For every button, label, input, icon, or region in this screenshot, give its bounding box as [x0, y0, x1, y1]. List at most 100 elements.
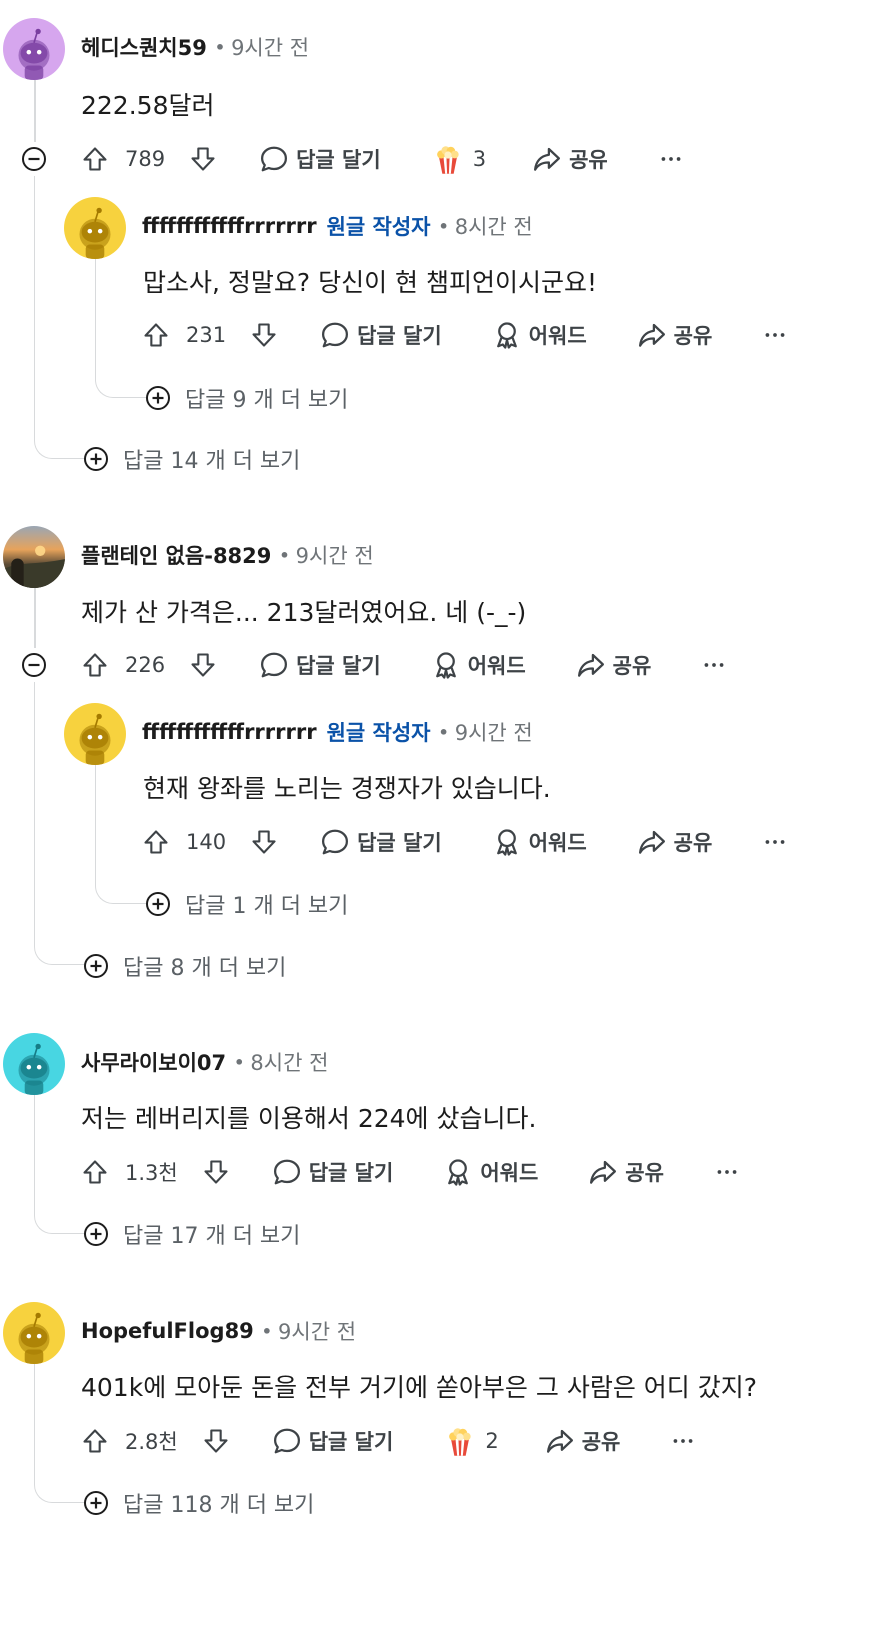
comment-body: 제가 산 가격은... 213달러였어요. 네 (-_-) [81, 598, 527, 627]
share-button[interactable]: 공유 [576, 650, 651, 680]
snoo-avatar-icon [3, 1033, 65, 1095]
author-name[interactable]: HopefulFlog89 [81, 1319, 254, 1343]
separator-dot: • [438, 216, 449, 236]
more-replies-link[interactable]: 답글 17 개 더 보기 [83, 1218, 300, 1250]
speech-bubble-icon [259, 650, 289, 680]
avatar[interactable] [3, 1033, 65, 1095]
more-replies-label: 답글 1 개 더 보기 [185, 894, 349, 919]
timestamp[interactable]: 9시간 전 [231, 32, 309, 62]
share-button[interactable]: 공유 [588, 1157, 664, 1187]
award-button[interactable]: 2 [443, 1424, 499, 1458]
collapse-thread-icon[interactable] [21, 652, 47, 678]
ellipsis-icon [701, 652, 727, 678]
author-name[interactable]: 헤디스퀀치59 [81, 32, 207, 62]
snoo-avatar-icon [3, 1302, 65, 1364]
upvote-button[interactable] [142, 321, 170, 349]
reply-button[interactable]: 답글 달기 [259, 144, 381, 174]
comment-body: 222.58달러 [81, 91, 215, 120]
downvote-button[interactable] [189, 651, 217, 679]
timestamp[interactable]: 8시간 전 [455, 211, 533, 241]
award-ribbon-icon [492, 827, 522, 857]
share-arrow-icon [637, 827, 667, 857]
upvote-button[interactable] [81, 651, 109, 679]
author-name[interactable]: 사무라이보이07 [81, 1047, 226, 1077]
avatar[interactable] [3, 1302, 65, 1364]
reply-button[interactable]: 답글 달기 [259, 650, 381, 680]
downvote-button[interactable] [202, 1427, 230, 1455]
timestamp[interactable]: 9시간 전 [278, 1316, 356, 1346]
share-button[interactable]: 공유 [545, 1426, 621, 1456]
thread-line[interactable] [34, 588, 36, 648]
more-replies-link[interactable]: 답글 1 개 더 보기 [145, 888, 348, 920]
arrow-down-outline-icon [189, 651, 217, 679]
more-options-button[interactable] [762, 829, 788, 855]
share-arrow-icon [576, 650, 606, 680]
plus-circle-icon [83, 1490, 109, 1516]
downvote-button[interactable] [250, 828, 278, 856]
share-button[interactable]: 공유 [532, 144, 608, 174]
speech-bubble-icon [320, 320, 350, 350]
author-name[interactable]: ffffffffffffrrrrrrr [142, 720, 317, 744]
reply-button[interactable]: 답글 달기 [320, 320, 442, 350]
more-options-button[interactable] [670, 1428, 696, 1454]
popcorn-icon [443, 1424, 477, 1458]
speech-bubble-icon [272, 1426, 302, 1456]
reply-button[interactable]: 답글 달기 [272, 1426, 394, 1456]
award-count: 2 [485, 1429, 499, 1453]
award-button[interactable]: 어워드 [443, 1157, 538, 1187]
more-options-button[interactable] [762, 322, 788, 348]
comment-header: ffffffffffffrrrrrrr 원글 작성자 • 8시간 전 [142, 211, 533, 241]
downvote-button[interactable] [202, 1158, 230, 1186]
comment-body: 401k에 모아둔 돈을 전부 거기에 쏟아부은 그 사람은 어디 갔지? [81, 1373, 757, 1402]
more-replies-link[interactable]: 답글 14 개 더 보기 [83, 443, 300, 475]
thread-line[interactable] [34, 80, 36, 142]
more-replies-link[interactable]: 답글 118 개 더 보기 [83, 1487, 314, 1519]
share-arrow-icon [588, 1157, 618, 1187]
timestamp[interactable]: 9시간 전 [455, 717, 533, 747]
more-options-button[interactable] [701, 652, 727, 678]
action-bar: 1.3천 답글 달기 어워드 공유 [81, 1152, 740, 1192]
reply-button[interactable]: 답글 달기 [320, 827, 442, 857]
action-bar: 226 답글 달기 어워드 공유 [81, 645, 727, 685]
more-options-button[interactable] [658, 146, 684, 172]
reply-label: 답글 달기 [308, 1161, 394, 1185]
share-label: 공유 [673, 324, 713, 348]
downvote-button[interactable] [250, 321, 278, 349]
more-replies-link[interactable]: 답글 9 개 더 보기 [145, 382, 348, 414]
share-button[interactable]: 공유 [637, 320, 713, 350]
upvote-button[interactable] [81, 1427, 109, 1455]
reply-label: 답글 달기 [357, 324, 442, 348]
author-name[interactable]: ffffffffffffrrrrrrr [142, 214, 317, 238]
upvote-button[interactable] [142, 828, 170, 856]
award-button[interactable]: 3 [431, 142, 486, 176]
share-label: 공유 [581, 1430, 621, 1454]
award-button[interactable]: 어워드 [492, 320, 587, 350]
share-arrow-icon [532, 144, 562, 174]
award-button[interactable]: 어워드 [492, 827, 587, 857]
timestamp[interactable]: 8시간 전 [250, 1047, 328, 1077]
upvote-button[interactable] [81, 1158, 109, 1186]
author-name[interactable]: 플랜테인 없음-8829 [81, 540, 271, 570]
share-arrow-icon [637, 320, 667, 350]
comment-header: 헤디스퀀치59 • 9시간 전 [81, 32, 309, 62]
ellipsis-icon [670, 1428, 696, 1454]
upvote-button[interactable] [81, 145, 109, 173]
reply-label: 답글 달기 [308, 1430, 394, 1454]
reply-button[interactable]: 답글 달기 [272, 1157, 394, 1187]
award-button[interactable]: 어워드 [431, 650, 526, 680]
timestamp[interactable]: 9시간 전 [296, 540, 374, 570]
more-replies-label: 답글 9 개 더 보기 [185, 388, 349, 413]
avatar[interactable] [3, 526, 65, 588]
share-button[interactable]: 공유 [637, 827, 712, 857]
collapse-thread-icon[interactable] [21, 146, 47, 172]
avatar[interactable] [64, 703, 126, 765]
more-options-button[interactable] [714, 1159, 740, 1185]
ellipsis-icon [714, 1159, 740, 1185]
avatar[interactable] [64, 197, 126, 259]
action-bar: 140 답글 달기 어워드 공유 [142, 822, 788, 862]
avatar[interactable] [3, 18, 65, 80]
more-replies-label: 답글 8 개 더 보기 [123, 956, 287, 981]
snoo-avatar-icon [3, 18, 65, 80]
more-replies-link[interactable]: 답글 8 개 더 보기 [83, 950, 286, 982]
downvote-button[interactable] [189, 145, 217, 173]
